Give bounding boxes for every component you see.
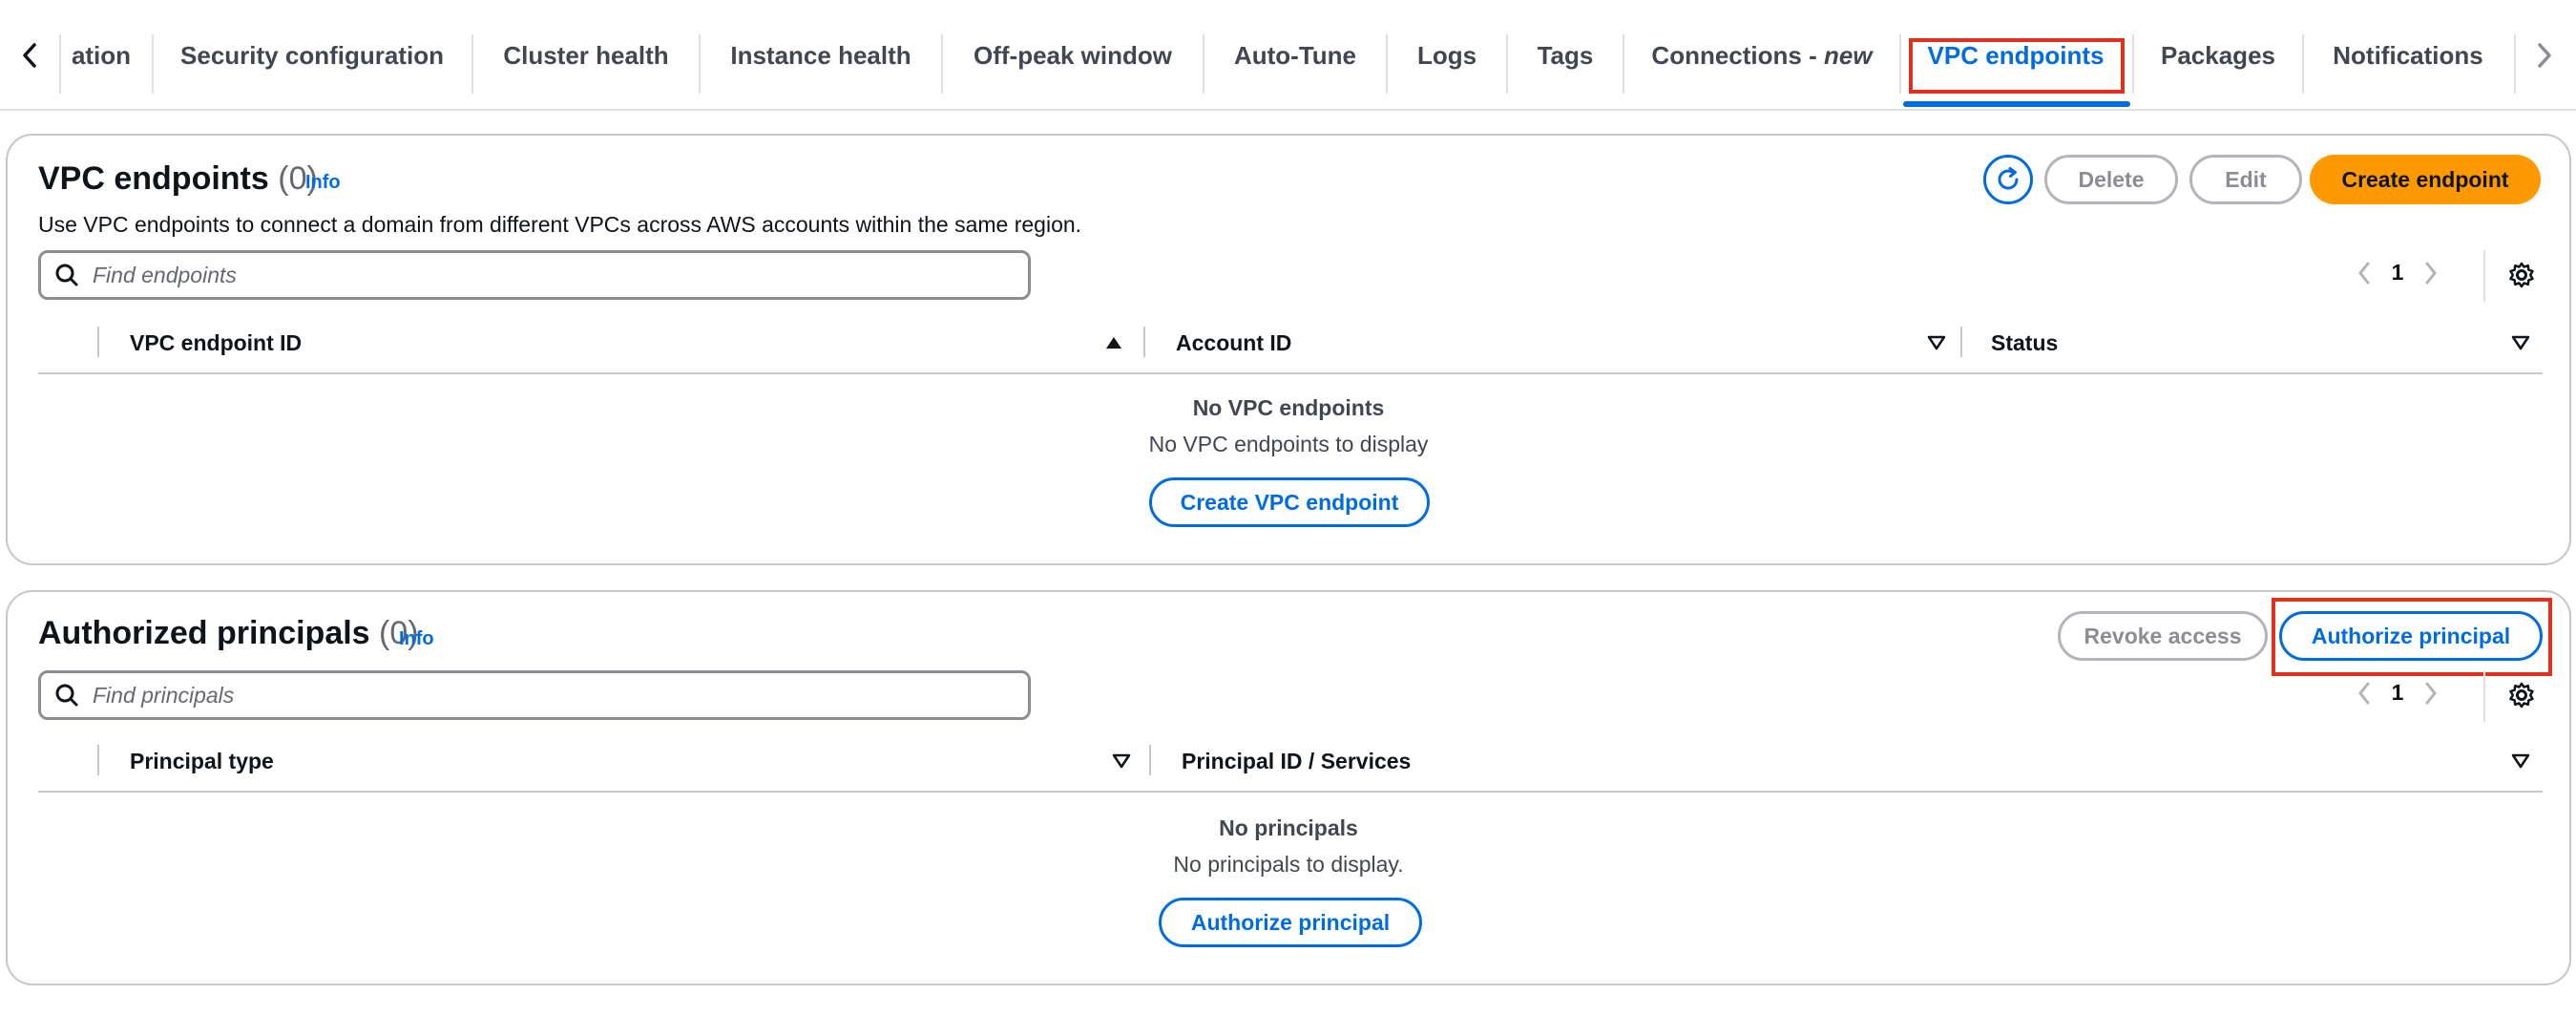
- empty-state-title: No principals: [1219, 815, 1358, 840]
- find-principals-search[interactable]: [38, 670, 1031, 720]
- tab-cluster-health[interactable]: Cluster health: [473, 0, 699, 111]
- vpc-table-header: VPC endpoint ID Account ID Status: [38, 313, 2543, 374]
- principals-table-header: Principal type Principal ID / Services: [38, 731, 2543, 793]
- column-divider: [97, 327, 99, 357]
- empty-state-description: No VPC endpoints to display: [1148, 432, 1429, 456]
- authorized-principals-panel: Authorized principals (0) Info Revoke ac…: [6, 590, 2571, 985]
- sort-ascending-icon[interactable]: [1103, 332, 1124, 353]
- column-principal-type[interactable]: Principal type: [130, 731, 274, 791]
- empty-state-title: No VPC endpoints: [1192, 395, 1385, 420]
- pager-divider: [2483, 670, 2485, 722]
- scroll-tabs-right-icon[interactable]: [2521, 29, 2568, 82]
- create-vpc-endpoint-button[interactable]: Create VPC endpoint: [1149, 477, 1430, 527]
- find-principals-input[interactable]: [93, 682, 952, 709]
- search-icon: [55, 684, 78, 707]
- column-account-id[interactable]: Account ID: [1176, 313, 1291, 372]
- column-status[interactable]: Status: [1991, 313, 2058, 372]
- empty-state-description: No principals to display.: [1173, 852, 1404, 877]
- vpc-endpoints-panel: VPC endpoints (0) Info Use VPC endpoints…: [6, 134, 2571, 565]
- vpc-info-link[interactable]: Info: [305, 172, 341, 194]
- table-settings-gear-icon[interactable]: [2504, 258, 2539, 292]
- sort-icon[interactable]: [2510, 332, 2531, 353]
- vpc-endpoints-description: Use VPC endpoints to connect a domain fr…: [38, 212, 1082, 237]
- column-divider: [1960, 327, 1962, 357]
- tab-security-configuration[interactable]: Security configuration: [153, 0, 471, 111]
- scroll-tabs-left-icon[interactable]: [6, 29, 53, 82]
- tab-off-peak-window[interactable]: Off-peak window: [943, 0, 1203, 111]
- delete-button[interactable]: Delete: [2044, 155, 2178, 204]
- tab-logs[interactable]: Logs: [1388, 0, 1506, 111]
- tab-packages[interactable]: Packages: [2134, 0, 2302, 111]
- refresh-icon: [1998, 167, 2019, 190]
- active-tab-indicator: [1903, 101, 2130, 107]
- tab-connections[interactable]: Connections - new: [1624, 0, 1899, 111]
- find-endpoints-input[interactable]: [93, 262, 952, 288]
- tab-divider: [2514, 34, 2516, 94]
- column-divider: [1143, 327, 1145, 357]
- tab-auto-tune[interactable]: Auto-Tune: [1204, 0, 1386, 111]
- authorize-principal-button[interactable]: Authorize principal: [2279, 611, 2543, 661]
- next-page-icon[interactable]: [2417, 261, 2445, 286]
- column-divider: [1149, 745, 1151, 775]
- principals-pagination: 1: [2350, 680, 2445, 706]
- principals-info-link[interactable]: Info: [399, 628, 434, 650]
- tab-vpc-endpoints[interactable]: VPC endpoints: [1901, 0, 2130, 111]
- column-principal-id-services[interactable]: Principal ID / Services: [1182, 731, 1411, 791]
- page-number[interactable]: 1: [2378, 680, 2417, 706]
- tab-bar: ation Security configuration Cluster hea…: [0, 0, 2576, 111]
- tab-instance-health[interactable]: Instance health: [701, 0, 941, 111]
- sort-icon[interactable]: [1111, 751, 1132, 772]
- column-vpc-endpoint-id[interactable]: VPC endpoint ID: [130, 313, 302, 372]
- column-divider: [97, 745, 99, 775]
- refresh-button[interactable]: [1983, 155, 2033, 204]
- search-icon: [55, 264, 78, 286]
- pager-divider: [2483, 250, 2485, 302]
- next-page-icon[interactable]: [2417, 681, 2445, 706]
- create-endpoint-button[interactable]: Create endpoint: [2310, 155, 2541, 204]
- sort-icon[interactable]: [1926, 332, 1947, 353]
- previous-page-icon[interactable]: [2350, 261, 2378, 286]
- authorized-principals-title: Authorized principals (0): [38, 615, 419, 651]
- authorize-principal-empty-button[interactable]: Authorize principal: [1159, 898, 1422, 947]
- tab-tags[interactable]: Tags: [1508, 0, 1623, 111]
- tab-configuration[interactable]: ation: [52, 0, 151, 111]
- table-settings-gear-icon[interactable]: [2504, 678, 2539, 712]
- vpc-endpoints-title: VPC endpoints (0): [38, 160, 318, 197]
- sort-icon[interactable]: [2510, 751, 2531, 772]
- revoke-access-button[interactable]: Revoke access: [2058, 611, 2268, 661]
- vpc-pagination: 1: [2350, 260, 2445, 286]
- find-endpoints-search[interactable]: [38, 250, 1031, 300]
- edit-button[interactable]: Edit: [2189, 155, 2302, 204]
- page-number[interactable]: 1: [2378, 260, 2417, 286]
- new-label: new: [1824, 40, 1873, 70]
- previous-page-icon[interactable]: [2350, 681, 2378, 706]
- tab-notifications[interactable]: Notifications: [2304, 0, 2512, 111]
